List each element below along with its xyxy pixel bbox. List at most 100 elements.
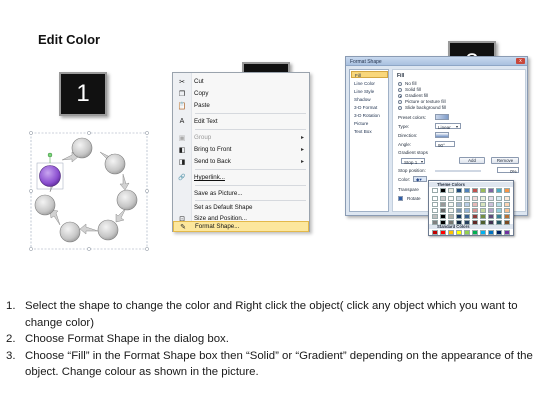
theme-color-swatch[interactable] <box>488 220 494 225</box>
theme-color-swatch[interactable] <box>496 208 502 213</box>
menu-item-copy[interactable]: ❐ Copy <box>173 88 309 99</box>
theme-color-swatch[interactable] <box>432 220 438 225</box>
theme-color-swatch[interactable] <box>464 188 470 193</box>
nav-item-fill[interactable]: Fill <box>351 71 388 78</box>
menu-item-save-as-picture[interactable]: Save as Picture... <box>173 188 309 199</box>
circular-diagram[interactable] <box>28 130 150 252</box>
direction-dropdown[interactable] <box>435 132 449 138</box>
theme-color-swatch[interactable] <box>480 214 486 219</box>
theme-color-swatch[interactable] <box>472 202 478 207</box>
remove-stop-button[interactable]: Remove <box>491 157 519 164</box>
theme-color-swatch[interactable] <box>480 202 486 207</box>
theme-color-swatch[interactable] <box>440 196 446 201</box>
theme-color-swatch[interactable] <box>440 208 446 213</box>
theme-color-swatch[interactable] <box>472 196 478 201</box>
theme-color-swatch[interactable] <box>504 208 510 213</box>
theme-color-swatch[interactable] <box>488 214 494 219</box>
theme-color-swatch[interactable] <box>448 196 454 201</box>
standard-color-swatch[interactable] <box>480 230 486 235</box>
theme-color-swatch[interactable] <box>464 202 470 207</box>
theme-color-swatch[interactable] <box>448 188 454 193</box>
menu-item-hyperlink[interactable]: 🔗 Hyperlink... <box>173 172 309 183</box>
theme-color-swatch[interactable] <box>472 220 478 225</box>
menu-item-send-to-back[interactable]: ◨ Send to Back ▸ <box>173 156 309 167</box>
theme-color-swatch[interactable] <box>432 188 438 193</box>
theme-color-swatch[interactable] <box>448 208 454 213</box>
radio-no-fill[interactable] <box>398 82 402 86</box>
theme-color-swatch[interactable] <box>504 188 510 193</box>
standard-color-swatch[interactable] <box>456 230 462 235</box>
standard-color-swatch[interactable] <box>472 230 478 235</box>
color-picker-button[interactable]: ◆▾ <box>413 176 427 182</box>
stop-select[interactable]: Stop 1 ▾ <box>401 158 425 165</box>
menu-item-format-shape[interactable]: ✎ Format Shape... <box>173 221 309 232</box>
theme-color-swatch[interactable] <box>504 220 510 225</box>
nav-item-text-box[interactable]: Text Box <box>351 128 388 135</box>
theme-color-swatch[interactable] <box>456 220 462 225</box>
radio-solid-fill[interactable] <box>398 88 402 92</box>
nav-item-3d-format[interactable]: 3-D Format <box>351 104 388 111</box>
theme-color-swatch[interactable] <box>432 196 438 201</box>
theme-color-swatch[interactable] <box>480 188 486 193</box>
theme-color-swatch[interactable] <box>448 220 454 225</box>
standard-color-swatch[interactable] <box>504 230 510 235</box>
nav-item-line-color[interactable]: Line Color <box>351 80 388 87</box>
theme-color-swatch[interactable] <box>456 202 462 207</box>
standard-color-swatch[interactable] <box>488 230 494 235</box>
theme-color-swatch[interactable] <box>448 214 454 219</box>
radio-picture-fill[interactable] <box>398 100 402 104</box>
standard-color-swatch[interactable] <box>464 230 470 235</box>
theme-color-swatch[interactable] <box>448 202 454 207</box>
nav-item-line-style[interactable]: Line Style <box>351 88 388 95</box>
theme-color-swatch[interactable] <box>480 220 486 225</box>
theme-color-swatch[interactable] <box>456 214 462 219</box>
theme-color-swatch[interactable] <box>440 188 446 193</box>
nav-item-picture[interactable]: Picture <box>351 120 388 127</box>
close-icon[interactable]: x <box>516 58 525 64</box>
theme-color-swatch[interactable] <box>480 208 486 213</box>
type-select[interactable]: Linear ▾ <box>435 123 461 130</box>
angle-input[interactable]: 90° <box>435 141 455 148</box>
stop-position-input[interactable]: 0% <box>497 167 519 174</box>
theme-color-swatch[interactable] <box>488 202 494 207</box>
theme-color-swatch[interactable] <box>456 188 462 193</box>
stop-position-slider[interactable] <box>435 170 481 172</box>
menu-item-cut[interactable]: ✂ Cut <box>173 76 309 87</box>
theme-color-swatch[interactable] <box>504 196 510 201</box>
menu-item-set-default-shape[interactable]: Set as Default Shape <box>173 202 309 213</box>
theme-color-swatch[interactable] <box>456 208 462 213</box>
theme-color-swatch[interactable] <box>440 220 446 225</box>
theme-color-swatch[interactable] <box>472 214 478 219</box>
theme-color-swatch[interactable] <box>432 202 438 207</box>
standard-color-swatch[interactable] <box>448 230 454 235</box>
theme-color-swatch[interactable] <box>488 196 494 201</box>
menu-item-bring-to-front[interactable]: ◧ Bring to Front ▸ <box>173 144 309 155</box>
theme-color-swatch[interactable] <box>464 214 470 219</box>
menu-item-edit-text[interactable]: A Edit Text <box>173 116 309 127</box>
nav-item-3d-rotation[interactable]: 3-D Rotation <box>351 112 388 119</box>
theme-color-swatch[interactable] <box>472 208 478 213</box>
theme-color-swatch[interactable] <box>464 196 470 201</box>
add-stop-button[interactable]: Add <box>459 157 485 164</box>
standard-color-swatch[interactable] <box>496 230 502 235</box>
radio-slide-background-fill[interactable] <box>398 106 402 110</box>
theme-color-swatch[interactable] <box>440 202 446 207</box>
preset-colors-dropdown[interactable] <box>435 114 449 120</box>
theme-color-swatch[interactable] <box>496 220 502 225</box>
theme-color-swatch[interactable] <box>432 214 438 219</box>
theme-color-swatch[interactable] <box>464 208 470 213</box>
theme-color-swatch[interactable] <box>496 202 502 207</box>
theme-color-swatch[interactable] <box>504 214 510 219</box>
theme-color-swatch[interactable] <box>496 214 502 219</box>
theme-color-swatch[interactable] <box>472 188 478 193</box>
theme-color-swatch[interactable] <box>432 208 438 213</box>
theme-color-swatch[interactable] <box>440 214 446 219</box>
menu-item-paste[interactable]: 📋 Paste <box>173 100 309 111</box>
standard-color-swatch[interactable] <box>440 230 446 235</box>
radio-gradient-fill[interactable] <box>398 94 402 98</box>
theme-color-swatch[interactable] <box>488 188 494 193</box>
theme-color-swatch[interactable] <box>464 220 470 225</box>
nav-item-shadow[interactable]: Shadow <box>351 96 388 103</box>
standard-color-swatch[interactable] <box>432 230 438 235</box>
theme-color-swatch[interactable] <box>456 196 462 201</box>
